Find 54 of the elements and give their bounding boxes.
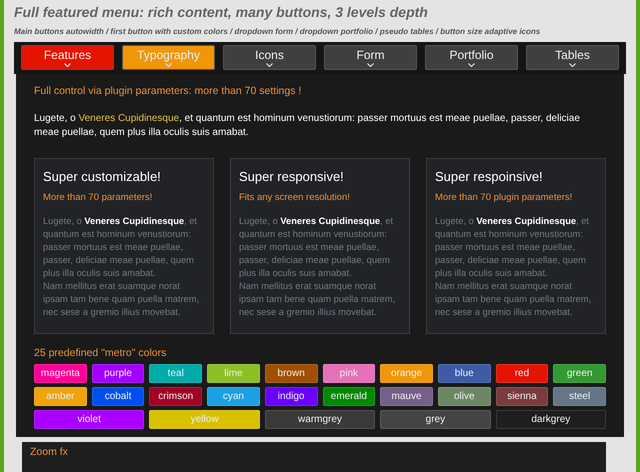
- menu-tab[interactable]: Portfolio: [425, 45, 518, 70]
- color-swatch: magenta: [34, 364, 87, 384]
- card-subtitle: Fits any screen resolution!: [239, 191, 351, 206]
- color-swatch: amber: [34, 387, 87, 406]
- caret-icon: [468, 63, 475, 67]
- color-swatch: warmgrey: [264, 410, 376, 430]
- color-swatch: pink: [322, 364, 376, 384]
- caret-icon: [266, 63, 273, 67]
- card-subtitle: More than 70 parameters!: [43, 191, 154, 206]
- card-subtitle: More than 70 plugin parameters!: [435, 191, 574, 206]
- card-title: Super respoinsive!: [435, 168, 544, 186]
- color-swatch: emerald: [322, 387, 376, 406]
- caret-icon: [64, 63, 71, 67]
- colors-heading: 25 predefined "metro" colors: [34, 346, 168, 360]
- card-text: Nam mellitus erat suamque norat ipsam tam bene quam puella matrem, nec sese a gremio illius movebat.: [43, 280, 200, 318]
- color-swatch: steel: [553, 387, 606, 406]
- color-swatch: grey: [380, 410, 491, 430]
- color-swatch: cobalt: [92, 387, 144, 406]
- color-swatch: red: [496, 364, 548, 384]
- intro-text: Full control via plugin parameters: more than 70 settings !: [34, 84, 302, 99]
- color-swatch: crimson: [149, 387, 202, 406]
- card-text: Nam mellitus erat suamque norat ipsam tam bene quam puella matrem, nec sese a gremio illius movebat.: [239, 280, 396, 318]
- intro-paragraph: Lugete, o Veneres Cupidinesque, et quantum est hominum venustiorum: passer mortuus est meae puellae, passer, deliciae meae puellae, quem plus illa oculis suis amabat.: [34, 112, 581, 140]
- color-swatch: darkgrey: [496, 410, 606, 430]
- card-text: Lugete, o Veneres Cupidinesque, et quantum est hominum venustiorum: passer mortuus est meae puellae, passer, deliciae meae puellae, quem plus illa oculis suis amabat.: [239, 214, 394, 280]
- page-subheading: Main buttons autowidth / first button with custom colors / dropdown form / dropdown portfolio / pseudo tables / button size adaptive icons: [14, 26, 540, 37]
- card-text: Lugete, o Veneres Cupidinesque, et quantum est hominum venustiorum: passer mortuus est meae puellae, passer, deliciae meae puellae, quem plus illa oculis suis amabat.: [435, 214, 590, 280]
- menu-tab[interactable]: Tables: [526, 45, 619, 70]
- color-swatch: brown: [264, 364, 318, 384]
- color-swatch: mauve: [380, 387, 433, 406]
- color-swatch: violet: [34, 410, 144, 430]
- caret-icon: [367, 63, 374, 67]
- section-label: Zoom fx: [22, 442, 606, 472]
- card-text: Lugete, o Veneres Cupidinesque, et quantum est hominum venustiorum: passer mortuus est meae puellae, passer, deliciae meae puellae, quem plus illa oculis suis amabat.: [43, 214, 198, 280]
- card-title: Super responsive!: [239, 168, 345, 186]
- caret-icon: [569, 63, 576, 67]
- caret-icon: [165, 63, 172, 67]
- card-text: Nam mellitus erat suamque norat ipsam tam bene quam puella matrem, nec sese a gremio illius movebat.: [435, 280, 592, 318]
- color-swatch: indigo: [264, 387, 318, 406]
- menu-tab[interactable]: Form: [324, 45, 417, 70]
- color-swatch: olive: [438, 387, 491, 406]
- color-swatch: orange: [380, 364, 433, 384]
- color-swatch: yellow: [149, 410, 260, 430]
- color-swatch: teal: [149, 364, 202, 384]
- color-swatch: green: [553, 364, 606, 384]
- card-title: Super customizable!: [43, 168, 162, 186]
- color-swatch: purple: [92, 364, 144, 384]
- color-swatch: lime: [207, 364, 260, 384]
- color-swatch: cyan: [207, 387, 260, 406]
- menu-tab[interactable]: Features: [21, 45, 114, 70]
- page-heading: Full featured menu: rich content, many buttons, 3 levels depth: [14, 3, 429, 22]
- color-swatch: blue: [438, 364, 491, 384]
- color-swatch: sienna: [496, 387, 548, 406]
- menu-tab[interactable]: Icons: [223, 45, 316, 70]
